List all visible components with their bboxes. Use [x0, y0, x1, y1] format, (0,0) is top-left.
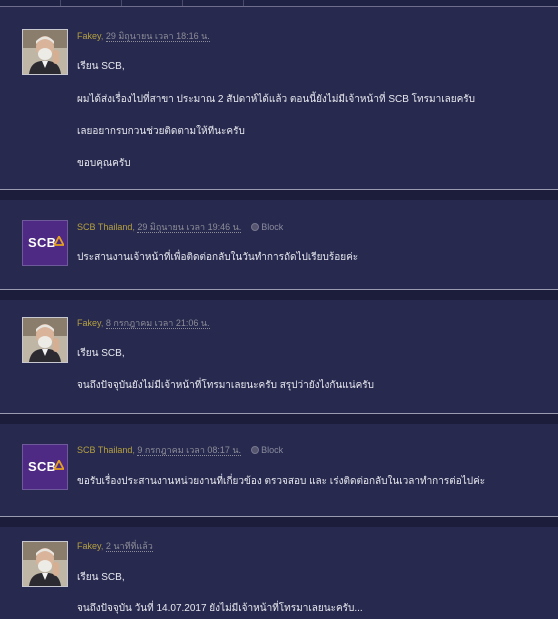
avatar[interactable] [22, 541, 68, 587]
comment-item: Fakey, 8 กรกฎาคม เวลา 21:06 น. เรียน SCB… [0, 300, 558, 413]
comment-author[interactable]: Fakey [77, 318, 101, 328]
avatar[interactable] [22, 317, 68, 363]
comment-meta: SCB Thailand, 9 กรกฎาคม เวลา 08:17 น. Blo… [77, 445, 284, 456]
block-icon [251, 223, 260, 231]
scb-logo-text: SCB [28, 235, 57, 250]
comment-item: Fakey, 2 นาทีที่แล้ว เรียน SCB, จนถึงปัจ… [0, 527, 558, 619]
comment-text: ขอบคุณครับ [77, 158, 131, 169]
comment-text: เลยอยากรบกวนช่วยติดตามให้ทีนะครับ [77, 126, 245, 137]
tab-4[interactable] [183, 0, 244, 6]
comment-text: ผมได้ส่งเรื่องไปที่สาขา ประมาณ 2 สัปดาห์… [77, 94, 476, 105]
comment-thread: Fakey, 29 มิถุนายน เวลา 18:16 น. เรียน S… [0, 0, 558, 619]
tab-3[interactable] [122, 0, 183, 6]
avatar[interactable]: SCB [22, 444, 68, 490]
comment-author[interactable]: SCB Thailand [77, 222, 132, 232]
comment-meta: SCB Thailand, 29 มิถุนายน เวลา 19:46 น. B… [77, 222, 284, 233]
comment-text: เรียน SCB, [77, 572, 125, 583]
comment-separator [0, 289, 558, 300]
comment-item: SCB SCB Thailand, 9 กรกฎาคม เวลา 08:17 น… [0, 424, 558, 516]
comment-text: เรียน SCB, [77, 61, 125, 72]
comment-meta: Fakey, 29 มิถุนายน เวลา 18:16 น. [77, 31, 210, 42]
scb-logo-text: SCB [28, 459, 57, 474]
scb-logo-icon [54, 236, 64, 246]
tab-1[interactable] [0, 0, 61, 6]
comment-separator [0, 189, 558, 200]
comment-text: จนถึงปัจจุบันยังไม่มีเจ้าหน้าที่โทรมาเลย… [77, 380, 374, 391]
comment-author[interactable]: SCB Thailand [77, 445, 132, 455]
person-avatar-icon [23, 318, 67, 362]
scb-logo-icon [54, 460, 64, 470]
comment-item: SCB SCB Thailand, 29 มิถุนายน เวลา 19:46… [0, 200, 558, 289]
comment-author[interactable]: Fakey [77, 31, 101, 41]
comment-text: เรียน SCB, [77, 348, 125, 359]
block-icon [251, 446, 260, 454]
comment-text: ขอรับเรื่องประสานงานหน่วยงานที่เกี่ยวข้อ… [77, 476, 486, 487]
comment-item: Fakey, 29 มิถุนายน เวลา 18:16 น. เรียน S… [0, 7, 558, 189]
block-link[interactable]: Block [261, 445, 283, 455]
comment-separator [0, 516, 558, 527]
comment-text: จนถึงปัจจุบัน วันที่ 14.07.2017 ยังไม่มี… [77, 603, 363, 614]
person-avatar-icon [23, 30, 67, 74]
comment-time[interactable]: 9 กรกฎาคม เวลา 08:17 น. [137, 445, 242, 456]
comment-meta: Fakey, 2 นาทีที่แล้ว [77, 541, 153, 552]
comment-separator [0, 413, 558, 424]
block-link[interactable]: Block [261, 222, 283, 232]
comment-time[interactable]: 2 นาทีที่แล้ว [105, 541, 153, 552]
avatar[interactable]: SCB [22, 220, 68, 266]
comment-author[interactable]: Fakey [77, 541, 101, 551]
person-avatar-icon [23, 542, 67, 586]
tab-2[interactable] [61, 0, 122, 6]
top-tab-strip [0, 0, 558, 7]
comment-text: ประสานงานเจ้าหน้าที่เพื่อติดต่อกลับในวัน… [77, 252, 359, 263]
comment-time[interactable]: 29 มิถุนายน เวลา 19:46 น. [137, 222, 242, 233]
comment-meta: Fakey, 8 กรกฎาคม เวลา 21:06 น. [77, 318, 210, 329]
comment-time[interactable]: 8 กรกฎาคม เวลา 21:06 น. [105, 318, 210, 329]
comment-time[interactable]: 29 มิถุนายน เวลา 18:16 น. [105, 31, 210, 42]
avatar[interactable] [22, 29, 68, 75]
